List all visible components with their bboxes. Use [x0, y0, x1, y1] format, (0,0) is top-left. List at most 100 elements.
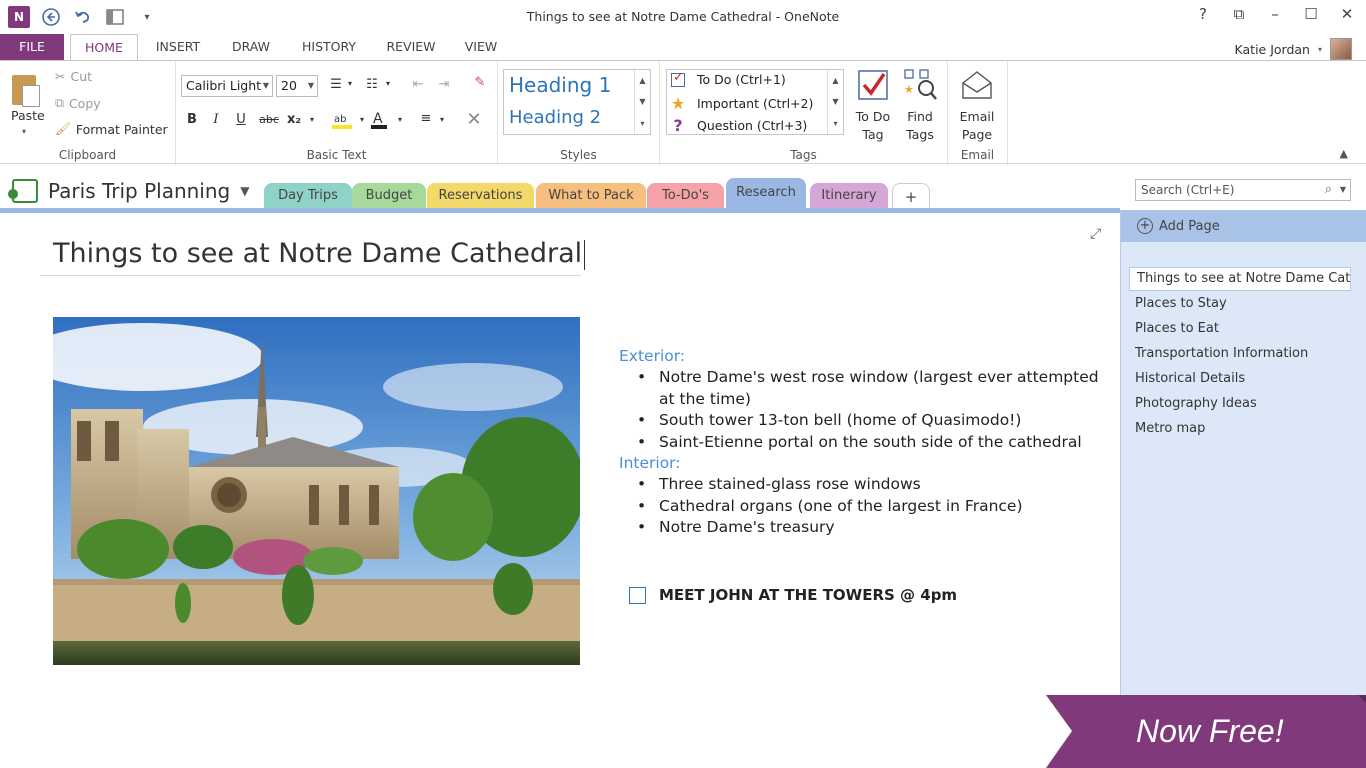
find-tags-button[interactable]: ★ Find Tags	[898, 69, 942, 144]
format-painter-button[interactable]: 🖌 Format Painter	[55, 121, 168, 137]
notre-dame-photo[interactable]	[53, 317, 580, 665]
add-section-button[interactable]: +	[892, 183, 930, 209]
tag-important[interactable]: ★ Important (Ctrl+2)	[671, 94, 813, 113]
notebook-name: Paris Trip Planning	[48, 179, 231, 203]
chevron-down-icon[interactable]: ▼	[832, 97, 838, 106]
page-item-photography-ideas[interactable]: Photography Ideas	[1135, 396, 1257, 411]
font-name-select[interactable]: Calibri Light ▼	[181, 75, 273, 97]
font-color-icon[interactable]: A	[368, 110, 390, 134]
close-icon[interactable]: ✕	[1338, 5, 1356, 23]
svg-text:★: ★	[904, 83, 914, 96]
title-underline	[40, 275, 581, 276]
todo-item[interactable]: MEET JOHN AT THE TOWERS @ 4pm	[629, 586, 957, 604]
section-tab-what-to-pack[interactable]: What to Pack	[536, 183, 646, 209]
minimize-icon[interactable]: –	[1266, 5, 1284, 23]
paste-button[interactable]: Paste	[11, 108, 45, 123]
collapse-ribbon-icon[interactable]: ▲	[1340, 147, 1348, 160]
ribbon-tabs: FILE HOME INSERT DRAW HISTORY REVIEW VIE…	[0, 34, 1366, 61]
paste-dropdown-icon[interactable]: ▾	[22, 127, 26, 136]
copy-icon: ⧉	[55, 95, 64, 110]
add-page-button[interactable]: + Add Page	[1121, 210, 1366, 242]
tag-todo[interactable]: To Do (Ctrl+1)	[671, 70, 786, 87]
section-tab-itinerary[interactable]: Itinerary	[810, 183, 888, 209]
ribbon-display-icon[interactable]: ⧉	[1230, 5, 1248, 23]
chevron-down-icon: ▼	[262, 81, 269, 90]
page-title-text: Things to see at Notre Dame Cathedral	[53, 238, 583, 269]
page-item-places-to-stay[interactable]: Places to Stay	[1135, 296, 1227, 311]
paste-label: Paste	[11, 108, 45, 123]
tags-gallery[interactable]: To Do (Ctrl+1) ★ Important (Ctrl+2) ? Qu…	[666, 69, 844, 135]
window-controls: ? ⧉ – ☐ ✕	[1194, 5, 1356, 23]
full-page-view-icon[interactable]: ⤢	[1090, 226, 1101, 242]
search-input[interactable]: Search (Ctrl+E) ⌕ ▼	[1135, 179, 1351, 201]
style-heading-2[interactable]: Heading 2	[509, 107, 601, 128]
chevron-down-icon[interactable]: ▾	[340, 79, 360, 88]
clear-formatting-icon[interactable]: ✎	[470, 75, 490, 90]
chevron-down-icon[interactable]: ▼	[1340, 180, 1346, 200]
increase-indent-icon[interactable]: ⇥	[434, 77, 454, 92]
tags-scrollbar[interactable]: ▲ ▼ ▾	[827, 70, 843, 134]
interior-list: Three stained-glass rose windows Cathedr…	[637, 474, 1099, 539]
font-size-value: 20	[281, 78, 297, 93]
page-item-notre-dame[interactable]: Things to see at Notre Dame Cath	[1129, 267, 1351, 291]
tab-home[interactable]: HOME	[70, 34, 138, 61]
font-size-select[interactable]: 20 ▼	[276, 75, 318, 97]
section-tab-research[interactable]: Research	[726, 178, 806, 210]
chevron-down-icon[interactable]: ▾	[378, 79, 398, 88]
clipboard-group-label: Clipboard	[58, 148, 117, 162]
tag-question[interactable]: ? Question (Ctrl+3)	[671, 116, 807, 135]
subscript-button[interactable]: x₂	[284, 112, 304, 127]
find-tags-label-2: Tags	[906, 127, 934, 142]
paste-icon[interactable]	[10, 71, 44, 109]
underline-button[interactable]: U	[231, 112, 251, 127]
clear-all-icon[interactable]: ✕	[464, 109, 484, 130]
maximize-icon[interactable]: ☐	[1302, 5, 1320, 23]
chevron-down-icon[interactable]: ▾	[302, 115, 322, 124]
more-icon[interactable]: ▾	[640, 119, 644, 128]
page-item-places-to-eat[interactable]: Places to Eat	[1135, 321, 1219, 336]
email-page-button[interactable]: Email Page	[956, 69, 998, 144]
style-heading-1[interactable]: Heading 1	[509, 73, 611, 97]
page-item-transportation[interactable]: Transportation Information	[1135, 346, 1308, 361]
chevron-up-icon[interactable]: ▲	[639, 76, 645, 85]
help-icon[interactable]: ?	[1194, 5, 1212, 23]
list-item: Three stained-glass rose windows	[637, 474, 1099, 496]
list-item: Saint-Etienne portal on the south side o…	[637, 432, 1099, 454]
avatar	[1330, 38, 1352, 60]
tags-group-label: Tags	[790, 148, 817, 162]
notebook-selector[interactable]: Paris Trip Planning ▼	[8, 179, 249, 203]
cut-button[interactable]: ✂ Cut	[55, 69, 92, 84]
section-tab-todos[interactable]: To-Do's	[647, 183, 724, 209]
section-tab-budget[interactable]: Budget	[352, 183, 426, 209]
tab-file[interactable]: FILE	[0, 34, 64, 60]
user-account[interactable]: Katie Jordan ▾	[1235, 38, 1352, 60]
strikethrough-button[interactable]: abc	[256, 113, 282, 126]
page-item-historical-details[interactable]: Historical Details	[1135, 371, 1245, 386]
tab-history[interactable]: HISTORY	[294, 34, 364, 60]
search-icon[interactable]: ⌕	[1325, 180, 1332, 200]
todo-tag-button[interactable]: To Do Tag	[852, 69, 894, 144]
page-item-metro-map[interactable]: Metro map	[1135, 421, 1205, 436]
italic-button[interactable]: I	[206, 112, 226, 127]
exterior-list: Notre Dame's west rose window (largest e…	[637, 367, 1099, 454]
section-tab-reservations[interactable]: Reservations	[427, 183, 534, 209]
page-title[interactable]: Things to see at Notre Dame Cathedral	[53, 238, 586, 270]
chevron-down-icon[interactable]: ▼	[639, 97, 645, 106]
tab-insert[interactable]: INSERT	[146, 34, 210, 60]
bold-button[interactable]: B	[182, 112, 202, 127]
tab-draw[interactable]: DRAW	[222, 34, 280, 60]
more-icon[interactable]: ▾	[833, 119, 837, 128]
decrease-indent-icon[interactable]: ⇤	[408, 77, 428, 92]
chevron-up-icon[interactable]: ▲	[832, 76, 838, 85]
todo-checkbox[interactable]	[629, 586, 646, 604]
chevron-down-icon[interactable]: ▾	[390, 115, 410, 124]
tab-view[interactable]: VIEW	[456, 34, 506, 60]
chevron-down-icon[interactable]: ▾	[432, 115, 452, 124]
styles-gallery[interactable]: Heading 1 Heading 2 ▲ ▼ ▾	[503, 69, 651, 135]
copy-button[interactable]: ⧉ Copy	[55, 95, 101, 111]
note-container[interactable]: Exterior: Notre Dame's west rose window …	[619, 346, 1099, 539]
section-tab-day-trips[interactable]: Day Trips	[264, 183, 352, 209]
styles-scrollbar[interactable]: ▲ ▼ ▾	[634, 70, 650, 134]
ribbon: Paste ▾ ✂ Cut ⧉ Copy 🖌 Format Painter Cl…	[0, 60, 1366, 165]
tab-review[interactable]: REVIEW	[378, 34, 444, 60]
